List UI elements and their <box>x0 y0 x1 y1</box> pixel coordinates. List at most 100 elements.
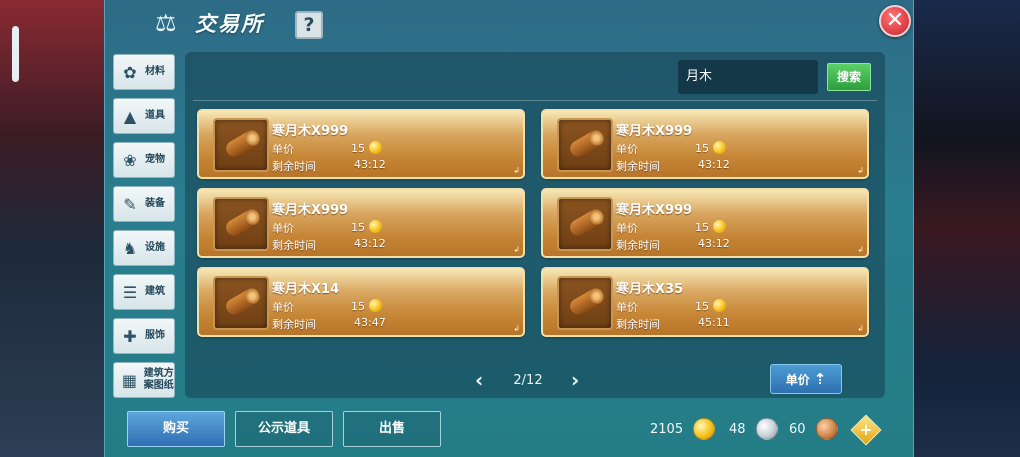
bronze-coin-icon <box>815 418 838 440</box>
scale-icon: ⚖ <box>155 9 177 37</box>
materials-icon: ✿ <box>123 62 137 82</box>
corner-mark-icon: ↲ <box>513 166 520 175</box>
bottom-bar: 购买 公示道具 出售 2105 48 60 + <box>105 404 915 457</box>
listing-card[interactable]: 寒月木X999 单价 15 剩余时间 43:12 ↲ <box>197 188 525 258</box>
price-row: 单价 15 <box>272 299 382 315</box>
page-indicator: 2/12 <box>513 373 543 388</box>
category-label: 装备 <box>145 198 165 209</box>
category-clothing[interactable]: ✚ 服饰 <box>113 318 175 354</box>
public-items-tab[interactable]: 公示道具 <box>235 411 333 447</box>
category-sidebar: ✿ 材料 ▲ 道具 ❀ 宠物 ✎ 装备 ♞ 设施 ☰ 建筑 ✚ 服饰 ▦ 建筑方 <box>113 54 177 406</box>
silver-amount: 48 <box>729 421 746 437</box>
category-buildings[interactable]: ☰ 建筑 <box>113 274 175 310</box>
listing-name: 寒月木X999 <box>272 124 349 139</box>
price-label: 单价 <box>272 222 294 235</box>
category-items[interactable]: ▲ 道具 <box>113 98 175 134</box>
gold-coin-icon <box>713 299 726 312</box>
category-label: 宠物 <box>145 154 165 165</box>
price-label: 单价 <box>616 222 638 235</box>
equipment-icon: ✎ <box>123 194 137 214</box>
price-label: 单价 <box>616 301 638 314</box>
silver-currency: 48 <box>729 417 778 441</box>
paw-icon: ❀ <box>123 150 137 170</box>
price-label: 单价 <box>272 143 294 156</box>
search-input[interactable]: 月木 <box>678 60 818 94</box>
time-label: 剩余时间 <box>272 239 316 252</box>
price-value: 15 <box>695 141 726 155</box>
time-value: 43:12 <box>698 158 730 171</box>
category-facilities[interactable]: ♞ 设施 <box>113 230 175 266</box>
wood-icon <box>213 118 269 172</box>
time-row: 剩余时间 43:12 <box>272 158 386 174</box>
corner-mark-icon: ↲ <box>857 166 864 175</box>
background-right <box>910 0 1020 457</box>
listing-name: 寒月木X999 <box>616 124 693 139</box>
category-label: 建筑 <box>145 286 165 297</box>
time-row: 剩余时间 43:12 <box>272 237 386 253</box>
window-title: 交易所 <box>195 12 264 36</box>
blueprint-icon: ▦ <box>121 370 137 390</box>
silver-coin-icon <box>755 418 778 440</box>
corner-mark-icon: ↲ <box>513 245 520 254</box>
listing-card[interactable]: 寒月木X14 单价 15 剩余时间 43:47 ↲ <box>197 267 525 337</box>
price-label: 单价 <box>272 301 294 314</box>
sell-tab[interactable]: 出售 <box>343 411 441 447</box>
price-value: 15 <box>351 141 382 155</box>
listing-name: 寒月木X14 <box>272 282 340 297</box>
listing-card[interactable]: 寒月木X999 单价 15 剩余时间 43:12 ↲ <box>197 109 525 179</box>
listing-card[interactable]: 寒月木X35 单价 15 剩余时间 45:11 ↲ <box>541 267 869 337</box>
category-equipment[interactable]: ✎ 装备 <box>113 186 175 222</box>
prev-page-icon[interactable]: ‹ <box>475 370 483 390</box>
category-blueprints[interactable]: ▦ 建筑方案图纸 <box>113 362 175 398</box>
price-row: 单价 15 <box>616 141 726 157</box>
wood-icon <box>557 276 613 330</box>
title-bar: ⚖ 交易所 ? ✕ <box>105 0 915 48</box>
wood-icon <box>213 197 269 251</box>
gold-coin-icon <box>369 141 382 154</box>
time-value: 45:11 <box>698 316 730 329</box>
time-row: 剩余时间 43:12 <box>616 158 730 174</box>
listing-card[interactable]: 寒月木X999 单价 15 剩余时间 43:12 ↲ <box>541 188 869 258</box>
category-label: 建筑方案图纸 <box>143 368 174 391</box>
next-page-icon[interactable]: › <box>571 370 579 390</box>
time-value: 43:47 <box>354 316 386 329</box>
listing-name: 寒月木X999 <box>616 203 693 218</box>
facility-icon: ♞ <box>122 238 138 258</box>
listing-panel: 月木 搜索 寒月木X999 单价 15 剩余时间 43:12 ↲ 寒月木X999… <box>185 52 885 398</box>
listing-card[interactable]: 寒月木X999 单价 15 剩余时间 43:12 ↲ <box>541 109 869 179</box>
buy-tab[interactable]: 购买 <box>127 411 225 447</box>
category-materials[interactable]: ✿ 材料 <box>113 54 175 90</box>
price-row: 单价 15 <box>272 220 382 236</box>
gold-amount: 2105 <box>650 421 684 437</box>
price-row: 单价 15 <box>616 220 726 236</box>
bronze-currency: 60 <box>789 417 838 441</box>
exchange-window: ⚖ 交易所 ? ✕ ✿ 材料 ▲ 道具 ❀ 宠物 ✎ 装备 ♞ 设施 ☰ 建筑 <box>104 0 914 457</box>
time-row: 剩余时间 43:47 <box>272 316 386 332</box>
category-label: 服饰 <box>145 330 165 341</box>
gold-coin-icon <box>369 299 382 312</box>
add-currency-button[interactable]: + <box>850 414 882 446</box>
side-handle[interactable] <box>12 26 19 82</box>
time-value: 43:12 <box>354 237 386 250</box>
price-value: 15 <box>351 220 382 234</box>
search-button[interactable]: 搜索 <box>827 63 871 91</box>
category-pets[interactable]: ❀ 宠物 <box>113 142 175 178</box>
corner-mark-icon: ↲ <box>513 324 520 333</box>
time-value: 43:12 <box>354 158 386 171</box>
category-label: 道具 <box>145 110 165 121</box>
price-value: 15 <box>695 220 726 234</box>
clothing-icon: ✚ <box>123 326 137 346</box>
sort-label: 单价 <box>785 372 810 387</box>
time-label: 剩余时间 <box>616 160 660 173</box>
time-label: 剩余时间 <box>272 160 316 173</box>
corner-mark-icon: ↲ <box>857 324 864 333</box>
sort-by-price-button[interactable]: 单价 ⇡ <box>770 364 842 394</box>
sort-icon: ⇡ <box>813 370 827 388</box>
bronze-amount: 60 <box>789 421 806 437</box>
gold-coin-icon <box>693 418 716 440</box>
help-button[interactable]: ? <box>295 11 323 39</box>
close-button[interactable]: ✕ <box>879 5 911 37</box>
price-label: 单价 <box>616 143 638 156</box>
price-row: 单价 15 <box>616 299 726 315</box>
wood-icon <box>557 197 613 251</box>
